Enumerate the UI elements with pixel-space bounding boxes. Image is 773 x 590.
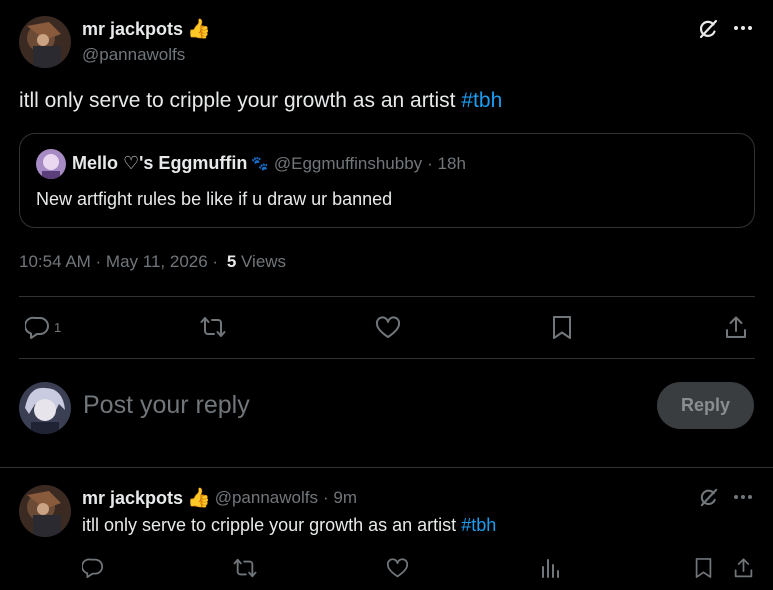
reply-button-label: Reply xyxy=(680,395,731,415)
divider xyxy=(19,296,755,297)
tweet-text-body: itll only serve to cripple your growth a… xyxy=(19,89,456,112)
quote-author-handle: @Eggmuffinshubby xyxy=(273,153,423,173)
share-icon[interactable] xyxy=(724,315,748,340)
grok-icon[interactable] xyxy=(698,487,719,508)
reply-tweet-text: itll only serve to cripple your growth a… xyxy=(82,515,496,536)
views-label: Views xyxy=(241,252,287,271)
reply-author-emoji: 👍 xyxy=(187,488,211,509)
reply-icon[interactable] xyxy=(82,557,104,578)
user-avatar[interactable] xyxy=(19,382,71,434)
grok-icon[interactable] xyxy=(697,18,719,40)
quote-author-name: Mello ♡'s Eggmuffin xyxy=(72,153,248,173)
tweet-text: itll only serve to cripple your growth a… xyxy=(19,88,502,114)
quote-author-emoji: 🐾 xyxy=(251,155,269,171)
author-handle[interactable]: @pannawolfs xyxy=(82,45,185,65)
reply-author-avatar[interactable] xyxy=(19,485,71,537)
divider xyxy=(19,358,755,359)
reply-icon[interactable] xyxy=(25,315,50,339)
tweet-meta: 10:54 AM · May 11, 2026 · 5 Views xyxy=(19,252,286,272)
quote-header: Mello ♡'s Eggmuffin 🐾 @Eggmuffinshubby ·… xyxy=(72,153,466,174)
more-icon[interactable] xyxy=(733,493,753,501)
more-icon[interactable] xyxy=(733,24,753,32)
reply-author-handle[interactable]: @pannawolfs xyxy=(215,488,318,508)
divider xyxy=(0,467,773,468)
share-icon[interactable] xyxy=(733,557,754,579)
quote-author-avatar xyxy=(36,149,66,179)
reply-button[interactable]: Reply xyxy=(657,382,754,429)
retweet-icon[interactable] xyxy=(233,557,257,579)
bookmark-icon[interactable] xyxy=(551,315,573,340)
reply-input[interactable]: Post your reply xyxy=(83,391,250,420)
author-avatar[interactable] xyxy=(19,16,71,68)
like-icon[interactable] xyxy=(386,558,409,579)
bookmark-icon[interactable] xyxy=(694,557,713,579)
quoted-tweet[interactable]: Mello ♡'s Eggmuffin 🐾 @Eggmuffinshubby ·… xyxy=(19,133,755,228)
like-icon[interactable] xyxy=(375,316,401,340)
retweet-icon[interactable] xyxy=(200,315,226,339)
reply-count: 1 xyxy=(54,319,62,335)
author-name[interactable]: mr jackpots xyxy=(82,19,183,40)
reply-tweet-text-body: itll only serve to cripple your growth a… xyxy=(82,515,457,535)
tweet-timestamp[interactable]: 10:54 AM · May 11, 2026 · xyxy=(19,252,218,271)
analytics-icon[interactable] xyxy=(540,557,560,579)
hashtag-link[interactable]: #tbh xyxy=(461,89,502,112)
reply-action[interactable]: 1 xyxy=(25,315,61,339)
reply-author-name[interactable]: mr jackpots xyxy=(82,488,183,509)
quote-text: New artfight rules be like if u draw ur … xyxy=(36,189,393,209)
reply-header: mr jackpots 👍 @pannawolfs · 9m xyxy=(82,486,357,510)
views-count: 5 xyxy=(226,252,237,271)
quote-time: · 18h xyxy=(427,153,466,173)
reply-hashtag-link[interactable]: #tbh xyxy=(461,515,496,535)
reply-time[interactable]: · 9m xyxy=(323,488,357,508)
author-emoji: 👍 xyxy=(187,19,211,40)
author-name-row: mr jackpots 👍 xyxy=(82,17,211,41)
